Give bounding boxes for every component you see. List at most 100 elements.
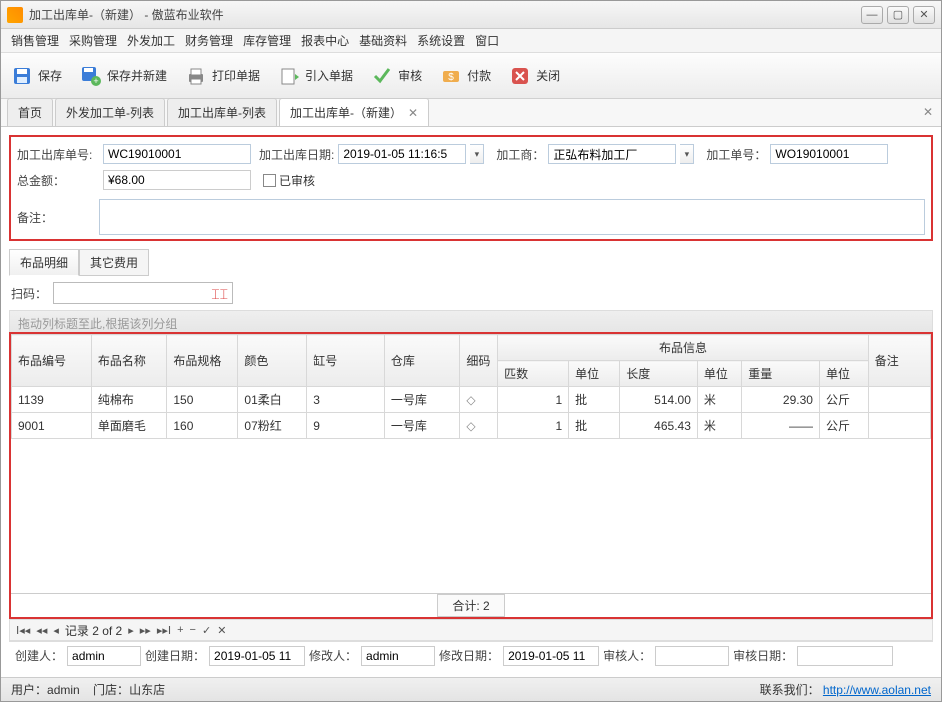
eraser-icon[interactable]: ◇ — [460, 389, 497, 411]
create-date-label: 创建日期： — [145, 647, 205, 664]
audit-date-field — [797, 646, 893, 666]
col-thin[interactable]: 细码 — [460, 348, 497, 373]
toolbar: 保存 + 保存并新建 打印单据 引入单据 审核 $ 付款 关闭 — [1, 53, 941, 99]
detail-tabs: 布品明细 其它费用 — [9, 249, 933, 276]
col-unit2[interactable]: 单位 — [698, 361, 741, 386]
nav-accept[interactable]: ✓ — [202, 624, 211, 637]
nav-next-page[interactable]: ▸▸ — [140, 624, 151, 637]
col-spec[interactable]: 布品规格 — [167, 348, 237, 373]
tab-outbound-new[interactable]: 加工出库单-（新建）✕ — [279, 98, 429, 126]
menu-finance[interactable]: 财务管理 — [185, 32, 233, 49]
menu-report[interactable]: 报表中心 — [301, 32, 349, 49]
contact-link[interactable]: http://www.aolan.net — [823, 683, 931, 697]
creator-field — [67, 646, 141, 666]
order-no-input[interactable] — [103, 144, 251, 164]
menu-purchase[interactable]: 采购管理 — [69, 32, 117, 49]
date-input[interactable] — [338, 144, 466, 164]
close-button[interactable]: 关闭 — [509, 65, 560, 87]
menu-basedata[interactable]: 基础资料 — [359, 32, 407, 49]
document-tabs: 首页 外发加工单-列表 加工出库单-列表 加工出库单-（新建）✕ ✕ — [1, 99, 941, 127]
nav-next[interactable]: ▸ — [128, 624, 134, 637]
nav-remove[interactable]: − — [190, 624, 196, 636]
detail-grid: 布品编号 布品名称 布品规格 颜色 缸号 仓库 细码 布品信息 备注 匹数 单位… — [9, 332, 933, 619]
workorder-label: 加工单号： — [706, 146, 766, 163]
maximize-button[interactable]: ▢ — [887, 6, 909, 24]
modify-date-field — [503, 646, 599, 666]
print-button[interactable]: 打印单据 — [185, 65, 260, 87]
date-dropdown-icon[interactable]: ▾ — [470, 144, 484, 164]
col-pcs[interactable]: 匹数 — [498, 361, 568, 386]
header-form: 加工出库单号: 加工出库日期: ▾ 加工商： ▾ 加工单号： 总金额： 已审核 … — [9, 135, 933, 241]
pay-label: 付款 — [467, 67, 491, 84]
close-window-button[interactable]: ✕ — [913, 6, 935, 24]
menu-sales[interactable]: 销售管理 — [11, 32, 59, 49]
status-user-label: 用户： — [11, 683, 47, 697]
order-no-label: 加工出库单号: — [17, 146, 99, 163]
group-hint: 拖动列标题至此,根据该列分组 — [9, 310, 933, 332]
window-title: 加工出库单-（新建） - 傲蓝布业软件 — [29, 6, 861, 23]
subtab-detail[interactable]: 布品明细 — [9, 249, 79, 276]
menu-settings[interactable]: 系统设置 — [417, 32, 465, 49]
col-length[interactable]: 长度 — [620, 361, 697, 386]
nav-add[interactable]: + — [177, 624, 183, 636]
record-navigator: ꓲ◂◂ ◂◂ ◂ 记录 2 of 2 ▸ ▸▸ ▸▸ꓲ + − ✓ ✕ — [9, 619, 933, 641]
col-vat[interactable]: 缸号 — [307, 348, 384, 373]
total-input — [103, 170, 251, 190]
vendor-input[interactable] — [548, 144, 676, 164]
scan-input[interactable]: ⌶⌶ — [53, 282, 233, 304]
create-date-field — [209, 646, 305, 666]
eraser-icon[interactable]: ◇ — [460, 415, 497, 437]
svg-text:+: + — [93, 76, 98, 86]
tabs-close-all-icon[interactable]: ✕ — [923, 105, 933, 119]
menu-window[interactable]: 窗口 — [475, 32, 499, 49]
audit-footer: 创建人： 创建日期： 修改人： 修改日期： 审核人： 审核日期： — [9, 641, 933, 669]
svg-text:$: $ — [448, 72, 454, 83]
audited-checkbox[interactable] — [263, 174, 276, 187]
col-unit1[interactable]: 单位 — [569, 361, 619, 386]
col-weight[interactable]: 重量 — [742, 361, 819, 386]
col-name[interactable]: 布品名称 — [92, 348, 166, 373]
col-unit3[interactable]: 单位 — [820, 361, 868, 386]
nav-last[interactable]: ▸▸ꓲ — [157, 624, 171, 637]
modifier-field — [361, 646, 435, 666]
save-button[interactable]: 保存 — [11, 65, 62, 87]
save-new-label: 保存并新建 — [107, 67, 167, 84]
vendor-dropdown-icon[interactable]: ▾ — [680, 144, 694, 164]
col-color[interactable]: 颜色 — [238, 348, 306, 373]
audit-date-label: 审核日期： — [733, 647, 793, 664]
pay-button[interactable]: $ 付款 — [440, 65, 491, 87]
table-row[interactable]: 9001单面磨毛16007粉红9一号库◇1批465.43米——公斤 — [12, 413, 931, 439]
status-store-label: 门店： — [93, 683, 129, 697]
remark-label: 备注： — [17, 199, 99, 226]
import-button[interactable]: 引入单据 — [278, 65, 353, 87]
menu-inventory[interactable]: 库存管理 — [243, 32, 291, 49]
tab-close-icon[interactable]: ✕ — [408, 106, 418, 120]
tab-outsource-list[interactable]: 外发加工单-列表 — [55, 98, 165, 126]
contact-label: 联系我们： — [760, 683, 820, 697]
nav-prev-page[interactable]: ◂◂ — [36, 624, 47, 637]
nav-first[interactable]: ꓲ◂◂ — [16, 624, 30, 637]
minimize-button[interactable]: — — [861, 6, 883, 24]
grid-empty-area — [11, 439, 931, 593]
table-row[interactable]: 1139纯棉布15001柔白3一号库◇1批514.00米29.30公斤 — [12, 387, 931, 413]
tab-outbound-list[interactable]: 加工出库单-列表 — [167, 98, 277, 126]
nav-cancel[interactable]: ✕ — [217, 624, 226, 637]
col-remark[interactable]: 备注 — [869, 348, 930, 373]
remark-input[interactable] — [99, 199, 925, 235]
subtab-othercost[interactable]: 其它费用 — [79, 249, 149, 276]
vendor-label: 加工商： — [496, 146, 544, 163]
auditor-label: 审核人： — [603, 647, 651, 664]
col-warehouse[interactable]: 仓库 — [385, 348, 459, 373]
modifier-label: 修改人： — [309, 647, 357, 664]
tab-home[interactable]: 首页 — [7, 98, 53, 126]
audit-button[interactable]: 审核 — [371, 65, 422, 87]
nav-prev[interactable]: ◂ — [53, 624, 59, 637]
statusbar: 用户：admin 门店：山东店 联系我们： http://www.aolan.n… — [1, 677, 941, 701]
workorder-input[interactable] — [770, 144, 888, 164]
menu-outsource[interactable]: 外发加工 — [127, 32, 175, 49]
date-label: 加工出库日期: — [259, 146, 334, 163]
close-label: 关闭 — [536, 67, 560, 84]
import-icon — [278, 65, 300, 87]
save-new-button[interactable]: + 保存并新建 — [80, 65, 167, 87]
col-code[interactable]: 布品编号 — [12, 348, 91, 373]
